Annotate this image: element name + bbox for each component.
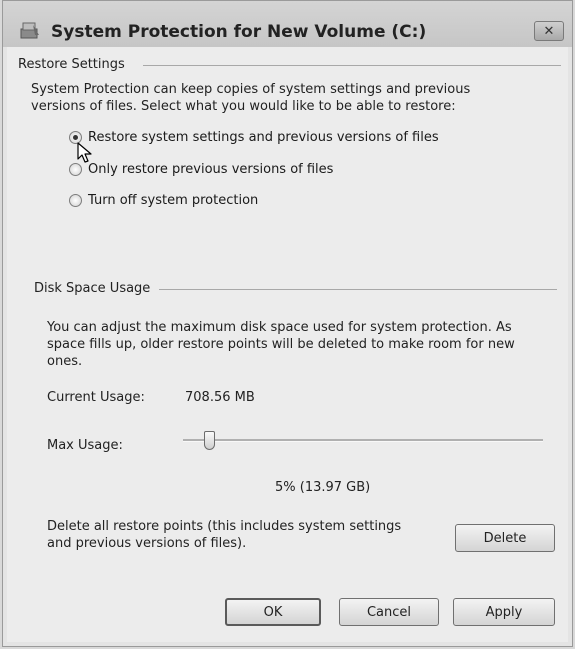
apply-button[interactable]: Apply: [453, 598, 555, 626]
system-protection-dialog: System Protection for New Volume (C:) ✕ …: [2, 0, 573, 647]
close-icon: ✕: [543, 23, 555, 39]
radio-button[interactable]: [69, 163, 82, 176]
radio-turn-off-label: Turn off system protection: [88, 193, 259, 208]
disk-description-line3: ones.: [47, 354, 83, 369]
current-usage-label: Current Usage:: [47, 390, 145, 405]
delete-text-line2: and previous versions of files).: [47, 536, 247, 551]
window-title: System Protection for New Volume (C:): [51, 22, 427, 42]
radio-only-files-label: Only restore previous versions of files: [88, 162, 334, 177]
restore-settings-header-label: Restore Settings: [18, 57, 125, 72]
cancel-button[interactable]: Cancel: [339, 598, 439, 626]
delete-button[interactable]: Delete: [455, 524, 555, 552]
radio-selected-dot: [73, 135, 78, 140]
max-usage-slider-track[interactable]: [183, 439, 543, 442]
radio-restore-all[interactable]: Restore system settings and previous ver…: [69, 130, 439, 145]
max-usage-label: Max Usage:: [47, 438, 123, 453]
disk-space-header: Disk Space Usage: [34, 281, 150, 296]
close-button[interactable]: ✕: [534, 21, 564, 41]
current-usage-value: 708.56 MB: [185, 390, 255, 405]
restore-settings-header: Restore Settings: [18, 57, 125, 72]
delete-text-line1: Delete all restore points (this includes…: [47, 519, 402, 534]
mouse-pointer-icon: [77, 142, 93, 164]
radio-restore-all-label: Restore system settings and previous ver…: [88, 130, 439, 145]
max-usage-slider-thumb[interactable]: [204, 431, 216, 450]
radio-turn-off[interactable]: Turn off system protection: [69, 193, 258, 208]
radio-only-files[interactable]: Only restore previous versions of files: [69, 162, 333, 177]
system-protection-icon: [19, 21, 41, 41]
restore-description-line2: versions of files. Select what you would…: [31, 99, 456, 114]
dialog-content: Restore Settings System Protection can k…: [7, 47, 568, 642]
group-divider: [159, 289, 557, 290]
title-bar: System Protection for New Volume (C:) ✕: [3, 1, 572, 47]
restore-description-line1: System Protection can keep copies of sys…: [31, 82, 471, 97]
ok-button[interactable]: OK: [225, 598, 321, 626]
group-divider: [143, 65, 561, 66]
radio-button[interactable]: [69, 194, 82, 207]
max-usage-value: 5% (13.97 GB): [275, 480, 371, 495]
disk-description-line1: You can adjust the maximum disk space us…: [47, 320, 512, 335]
disk-description-line2: space fills up, older restore points wil…: [47, 337, 515, 352]
disk-space-header-label: Disk Space Usage: [34, 281, 151, 296]
